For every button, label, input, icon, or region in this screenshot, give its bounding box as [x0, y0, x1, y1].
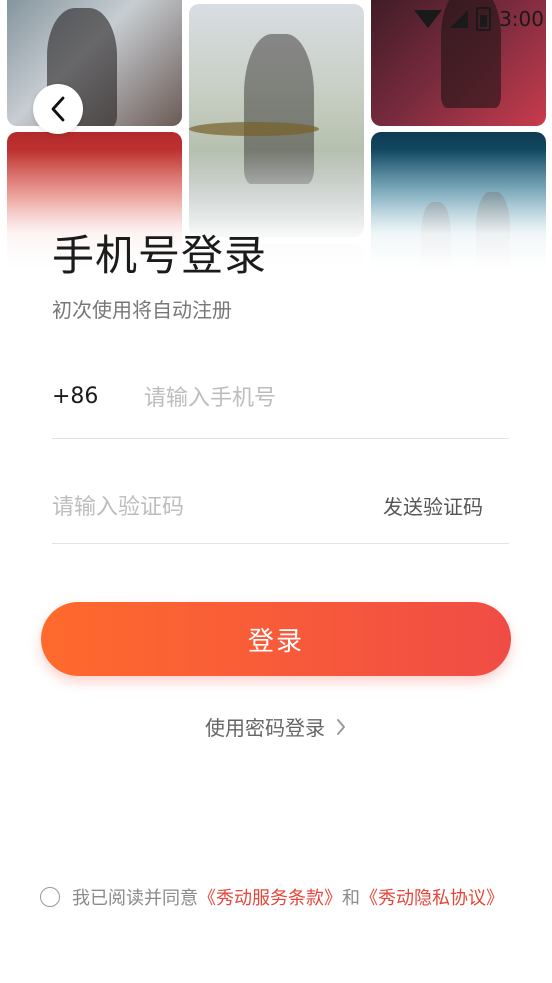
chevron-right-icon [337, 718, 345, 735]
phone-input[interactable] [144, 378, 504, 418]
login-button[interactable]: 登录 [41, 602, 511, 676]
page-subtitle: 初次使用将自动注册 [52, 298, 232, 322]
password-login-label: 使用密码登录 [205, 716, 325, 740]
agreement: 我已阅读并同意 《秀动服务条款》 和 《秀动隐私协议》 [40, 884, 504, 910]
page-title: 手机号登录 [52, 231, 268, 280]
back-button[interactable] [33, 84, 83, 134]
verification-code-row: 发送验证码 [52, 477, 509, 544]
agree-checkbox[interactable] [40, 887, 60, 907]
signal-icon [450, 10, 469, 28]
password-login-link[interactable]: 使用密码登录 [0, 712, 552, 741]
status-time: 3:00 [499, 7, 544, 31]
verification-code-input[interactable] [52, 487, 352, 527]
privacy-link[interactable]: 《秀动隐私协议》 [360, 884, 504, 910]
send-code-button[interactable]: 发送验证码 [383, 491, 483, 520]
terms-link[interactable]: 《秀动服务条款》 [198, 884, 342, 910]
agreement-prefix: 我已阅读并同意 [72, 888, 198, 909]
chevron-left-icon [51, 96, 65, 122]
wifi-icon [414, 10, 443, 28]
phone-row: +86 [52, 372, 509, 439]
battery-icon [476, 7, 492, 31]
status-bar: 3:00 [414, 6, 544, 32]
agreement-conjunction: 和 [342, 888, 360, 909]
country-code[interactable]: +86 [52, 384, 98, 409]
